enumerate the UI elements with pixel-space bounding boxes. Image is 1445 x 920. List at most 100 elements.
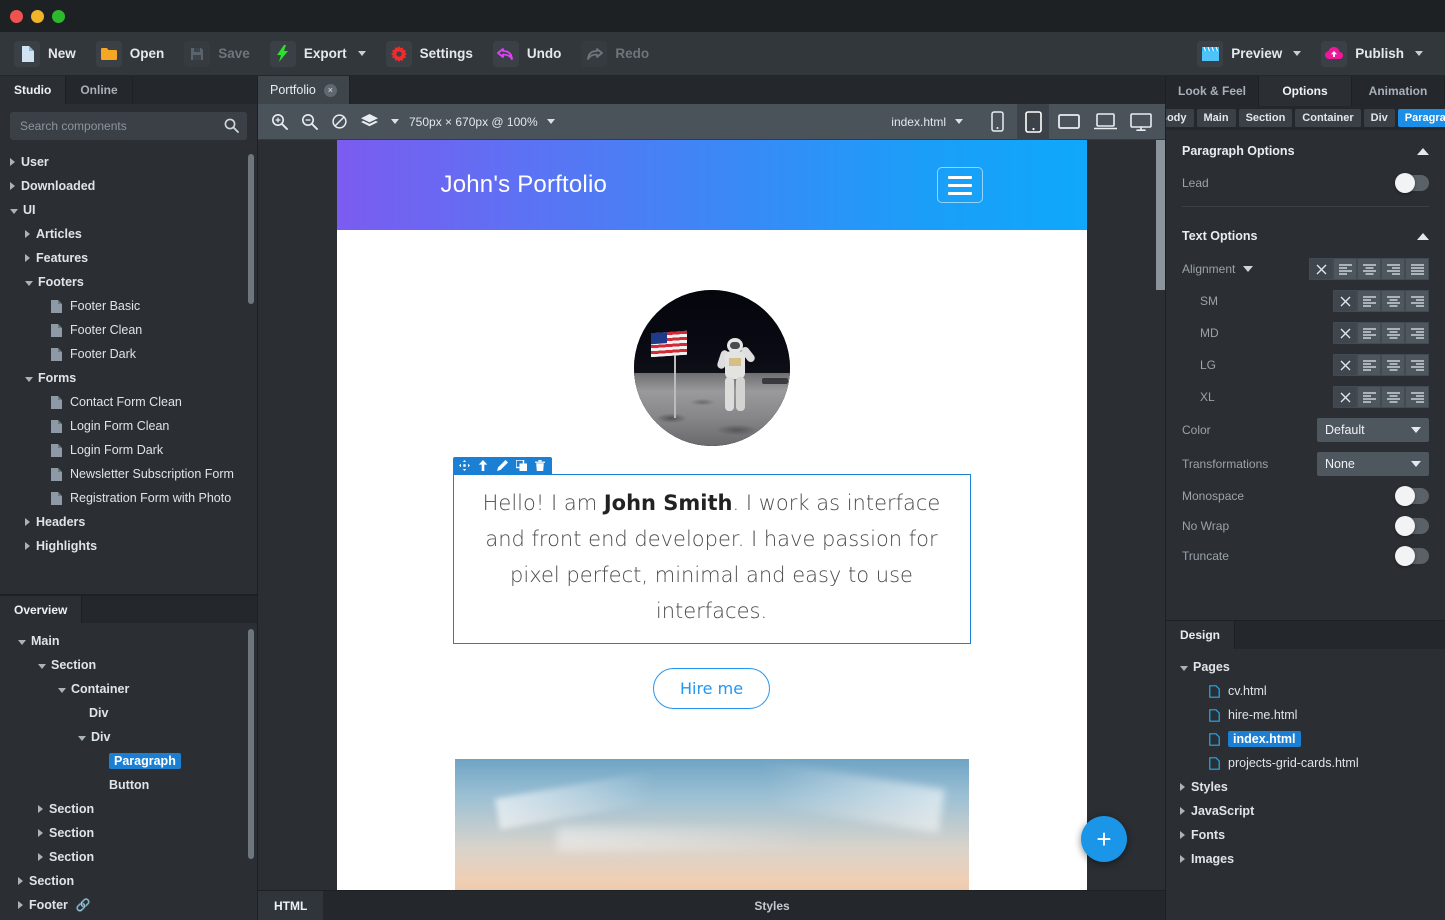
new-button[interactable]: New bbox=[8, 37, 86, 71]
align-center-button-xl[interactable] bbox=[1381, 386, 1405, 408]
component-tree-item-features[interactable]: Features bbox=[0, 246, 257, 270]
lead-toggle[interactable] bbox=[1395, 175, 1429, 191]
undo-button[interactable]: Undo bbox=[487, 37, 572, 71]
overview-item-container[interactable]: Container bbox=[0, 677, 257, 701]
design-item-pages[interactable]: Pages bbox=[1166, 655, 1445, 679]
align-x-button-sm[interactable] bbox=[1333, 290, 1357, 312]
chevron-right-icon[interactable] bbox=[10, 158, 15, 166]
component-tree-item-user[interactable]: User bbox=[0, 150, 257, 174]
maximize-window-button[interactable] bbox=[52, 10, 65, 23]
component-tree-item-ui[interactable]: UI bbox=[0, 198, 257, 222]
overview-item-section[interactable]: Section bbox=[0, 653, 257, 677]
device-small-desktop-button[interactable] bbox=[1053, 104, 1085, 140]
align-center-button-lg[interactable] bbox=[1381, 354, 1405, 376]
chevron-down-icon[interactable] bbox=[1180, 666, 1188, 671]
intro-paragraph[interactable]: Hello! I am John Smith. I work as interf… bbox=[453, 474, 971, 644]
overview-item-section[interactable]: Section bbox=[0, 845, 257, 869]
close-window-button[interactable] bbox=[10, 10, 23, 23]
publish-button[interactable]: Publish bbox=[1315, 37, 1433, 71]
zoom-out-icon[interactable] bbox=[296, 109, 322, 135]
chevron-right-icon[interactable] bbox=[1180, 783, 1185, 791]
align-left-button-sm[interactable] bbox=[1357, 290, 1381, 312]
design-item-index-html[interactable]: index.html bbox=[1166, 727, 1445, 751]
chevron-down-icon[interactable] bbox=[1293, 51, 1301, 56]
save-button[interactable]: Save bbox=[178, 37, 260, 71]
chevron-right-icon[interactable] bbox=[25, 230, 30, 238]
component-tree-item-newsletter-subscription-form[interactable]: Newsletter Subscription Form bbox=[0, 462, 257, 486]
search-input[interactable] bbox=[10, 119, 247, 133]
hamburger-menu-icon[interactable] bbox=[937, 167, 983, 203]
close-icon[interactable]: × bbox=[324, 84, 337, 97]
component-tree-item-downloaded[interactable]: Downloaded bbox=[0, 174, 257, 198]
paragraph-options-header[interactable]: Paragraph Options bbox=[1166, 130, 1445, 168]
component-tree-item-footer-clean[interactable]: Footer Clean bbox=[0, 318, 257, 342]
add-component-fab[interactable]: + bbox=[1081, 816, 1127, 862]
tab-studio[interactable]: Studio bbox=[0, 76, 66, 104]
tab-look-and-feel[interactable]: Look & Feel bbox=[1166, 76, 1259, 106]
breadcrumb[interactable]: BodyMainSectionContainerDivParagraph bbox=[1166, 106, 1445, 130]
design-item-fonts[interactable]: Fonts bbox=[1166, 823, 1445, 847]
overview-item-div[interactable]: Div bbox=[0, 725, 257, 749]
design-item-javascript[interactable]: JavaScript bbox=[1166, 799, 1445, 823]
align-right-button-md[interactable] bbox=[1405, 322, 1429, 344]
component-tree-item-highlights[interactable]: Highlights bbox=[0, 534, 257, 558]
component-tree-item-forms[interactable]: Forms bbox=[0, 366, 257, 390]
chevron-right-icon[interactable] bbox=[38, 805, 43, 813]
no-zoom-icon[interactable] bbox=[326, 109, 352, 135]
monospace-toggle[interactable] bbox=[1395, 488, 1429, 504]
site-header[interactable]: John's Porftolio bbox=[337, 140, 1087, 230]
tab-design[interactable]: Design bbox=[1166, 621, 1235, 649]
design-item-styles[interactable]: Styles bbox=[1166, 775, 1445, 799]
component-tree-item-headers[interactable]: Headers bbox=[0, 510, 257, 534]
chevron-right-icon[interactable] bbox=[18, 901, 23, 909]
minimize-window-button[interactable] bbox=[31, 10, 44, 23]
chevron-right-icon[interactable] bbox=[18, 877, 23, 885]
design-item-cv-html[interactable]: cv.html bbox=[1166, 679, 1445, 703]
align-left-button-xl[interactable] bbox=[1357, 386, 1381, 408]
color-select[interactable]: Default bbox=[1317, 418, 1429, 442]
tab-animation[interactable]: Animation bbox=[1352, 76, 1445, 106]
overview-item-main[interactable]: Main bbox=[0, 629, 257, 653]
options-scroll-area[interactable]: Paragraph Options Lead Text Options Alig… bbox=[1166, 130, 1445, 620]
align-left-button-lg[interactable] bbox=[1357, 354, 1381, 376]
preview-page[interactable]: John's Porftolio bbox=[337, 140, 1087, 890]
align-right-button-sm[interactable] bbox=[1405, 290, 1429, 312]
component-tree-scrollbar[interactable] bbox=[248, 154, 254, 304]
component-tree-item-login-form-dark[interactable]: Login Form Dark bbox=[0, 438, 257, 462]
chevron-down-icon[interactable] bbox=[1415, 51, 1423, 56]
align-center-button-sm[interactable] bbox=[1381, 290, 1405, 312]
edit-pencil-icon[interactable] bbox=[493, 457, 512, 474]
file-chevron-down-icon[interactable] bbox=[955, 119, 963, 124]
overview-tree[interactable]: MainSectionContainerDivDivParagraphButto… bbox=[0, 623, 257, 920]
canvas-scrollbar-thumb[interactable] bbox=[1156, 140, 1165, 290]
chevron-down-icon[interactable] bbox=[38, 664, 46, 669]
chevron-right-icon[interactable] bbox=[1180, 855, 1185, 863]
component-tree[interactable]: UserDownloadedUIArticlesFeaturesFootersF… bbox=[0, 146, 257, 594]
open-button[interactable]: Open bbox=[90, 37, 175, 71]
align-x-button-xl[interactable] bbox=[1333, 386, 1357, 408]
canvas-area[interactable]: John's Porftolio bbox=[258, 140, 1165, 890]
chevron-down-icon[interactable] bbox=[10, 209, 18, 214]
tab-styles[interactable]: Styles bbox=[738, 891, 805, 920]
move-icon[interactable] bbox=[455, 457, 474, 474]
move-up-icon[interactable] bbox=[474, 457, 493, 474]
align-right-button-lg[interactable] bbox=[1405, 354, 1429, 376]
align-justify-button-alignment[interactable] bbox=[1405, 258, 1429, 280]
tab-html[interactable]: HTML bbox=[258, 891, 323, 920]
collapse-chevron-up-icon[interactable] bbox=[1417, 233, 1429, 240]
component-tree-item-footers[interactable]: Footers bbox=[0, 270, 257, 294]
chevron-down-icon[interactable] bbox=[58, 688, 66, 693]
chevron-down-icon[interactable] bbox=[78, 736, 86, 741]
search-icon[interactable] bbox=[224, 118, 239, 138]
component-tree-item-registration-form-with-photo[interactable]: Registration Form with Photo bbox=[0, 486, 257, 510]
breadcrumb-container[interactable]: Container bbox=[1295, 109, 1360, 127]
overview-item-section[interactable]: Section bbox=[0, 869, 257, 893]
chevron-down-icon[interactable] bbox=[1243, 266, 1253, 272]
breadcrumb-paragraph[interactable]: Paragraph bbox=[1398, 109, 1445, 127]
landscape-photo[interactable] bbox=[455, 759, 969, 890]
canvas-dimensions-label[interactable]: 750px × 670px @ 100% bbox=[409, 115, 538, 129]
design-item-images[interactable]: Images bbox=[1166, 847, 1445, 871]
align-left-button-md[interactable] bbox=[1357, 322, 1381, 344]
align-center-button-md[interactable] bbox=[1381, 322, 1405, 344]
device-laptop-button[interactable] bbox=[1089, 104, 1121, 140]
